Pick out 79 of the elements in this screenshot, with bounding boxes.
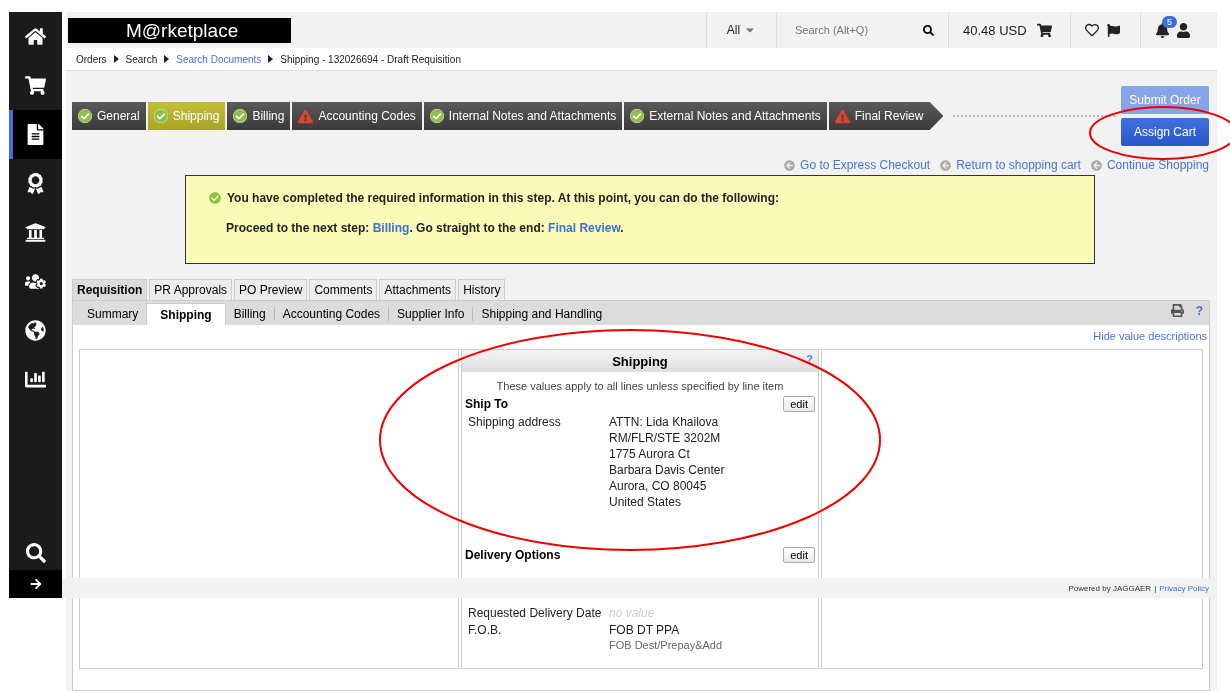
field-value: Aurora, CO 80045 <box>609 479 708 493</box>
field-value: FOB DT PPA <box>609 623 681 637</box>
workflow-step[interactable]: Billing <box>227 102 291 130</box>
field-value: RM/FLR/STE 3202M <box>609 431 722 445</box>
workflow-step[interactable]: Final Review <box>828 102 944 130</box>
workflow-step[interactable]: Internal Notes and Attachments <box>423 102 623 130</box>
workflow-step[interactable]: External Notes and Attachments <box>624 102 827 130</box>
edit-button[interactable]: edit <box>783 547 815 563</box>
chevron-icon <box>164 55 170 63</box>
field-value: United States <box>609 495 683 509</box>
tab[interactable]: Requisition <box>72 279 148 300</box>
check-icon <box>209 192 221 204</box>
search-field[interactable]: Search (Alt+Q) <box>793 23 917 37</box>
hide-descriptions-link[interactable]: Hide value descriptions <box>1093 330 1207 342</box>
workflow-step[interactable]: Accounting Codes <box>292 102 422 130</box>
value-description: FOB Dest/Prepay&Add <box>609 639 724 651</box>
print-icon[interactable] <box>1170 304 1184 317</box>
user-icon[interactable] <box>1176 22 1191 38</box>
search-icon <box>923 24 934 36</box>
bank-icon <box>25 222 46 243</box>
breadcrumb-link[interactable]: Search Documents <box>176 53 262 65</box>
nav-link[interactable]: Continue Shopping <box>1090 158 1209 172</box>
chart-icon <box>25 369 46 390</box>
field-label: Shipping address <box>468 415 562 431</box>
assign-button[interactable]: Assign Cart <box>1121 118 1209 146</box>
section-title: Delivery Options <box>465 548 561 562</box>
logo[interactable]: M@rketplace <box>68 18 291 43</box>
breadcrumb-item[interactable]: Search <box>125 53 158 65</box>
subtab[interactable]: Accounting Codes <box>274 307 390 321</box>
subtab[interactable]: Supplier Info <box>389 307 474 321</box>
sidebar-item[interactable] <box>9 110 62 159</box>
cart-total[interactable]: 40.48 USD <box>963 22 1027 38</box>
globe-icon <box>25 320 46 341</box>
back-icon <box>940 159 952 171</box>
field-value: no value <box>609 606 656 620</box>
document-icon <box>25 124 46 145</box>
section-title: Ship To <box>465 397 509 411</box>
cart-icon[interactable] <box>1036 22 1052 38</box>
home-icon <box>25 26 46 47</box>
field-label: Requested Delivery Date <box>468 606 603 620</box>
back-icon <box>1090 159 1102 171</box>
award-icon <box>25 173 46 194</box>
tab[interactable]: PO Preview <box>234 279 308 300</box>
subtab[interactable]: Summary <box>79 307 147 321</box>
back-icon <box>784 159 796 171</box>
field-label: F.O.B. <box>468 623 503 639</box>
panel-title: Shipping ? <box>462 350 818 372</box>
powered-by-text: Powered by JAGGAER <box>1068 583 1152 593</box>
tab[interactable]: Comments <box>309 279 378 300</box>
tab[interactable]: PR Approvals <box>149 279 233 300</box>
flag-icon[interactable] <box>1107 23 1120 37</box>
search-icon <box>25 542 46 563</box>
notice-text: You have completed the required information in this step. At this point, you can do the following: <box>227 191 780 205</box>
field-value: 1775 Aurora Ct <box>609 447 691 461</box>
workflow-step[interactable]: General <box>72 102 146 130</box>
next-step-text: Proceed to the next step: Billing. Go straight to the end: Final Review. <box>226 221 625 235</box>
field-value: ATTN: Lida Khailova <box>609 415 720 429</box>
tab[interactable]: History <box>458 279 506 300</box>
tab[interactable]: Attachments <box>379 279 457 300</box>
heart-icon[interactable] <box>1085 23 1099 37</box>
subtab[interactable]: Shipping <box>146 303 226 325</box>
notification-count: 5 <box>1162 15 1177 28</box>
breadcrumb-item[interactable]: Orders <box>76 53 107 65</box>
edit-button[interactable]: edit <box>783 396 815 412</box>
nav-link[interactable]: Go to Express Checkout <box>784 158 931 172</box>
privacy-link[interactable]: Privacy Policy <box>1159 583 1209 593</box>
breadcrumb-item: Shipping - 132026694 - Draft Requisition <box>280 53 461 65</box>
expand-button[interactable] <box>9 570 62 598</box>
users-icon <box>25 271 46 292</box>
subtab[interactable]: Shipping and Handling <box>473 307 611 321</box>
chevron-icon <box>268 55 274 63</box>
separator: | <box>1154 583 1157 593</box>
subtab[interactable]: Billing <box>225 307 275 321</box>
cart-icon <box>25 75 46 96</box>
nav-link[interactable]: Return to shopping cart <box>940 158 1081 172</box>
field-value: Barbara Davis Center <box>609 463 726 477</box>
chevron-icon <box>113 55 119 63</box>
arrow-icon <box>29 578 42 590</box>
panel-note: These values apply to all lines unless specified by line item <box>495 380 785 392</box>
